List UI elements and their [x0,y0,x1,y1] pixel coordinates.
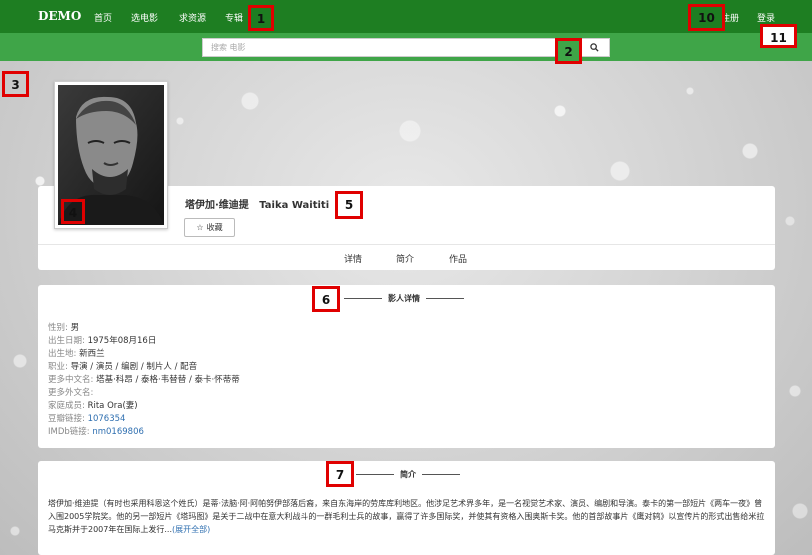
detail-birthplace: 出生地: 新西兰 [48,349,105,359]
tab-details[interactable]: 详情 [344,252,362,265]
favorite-button[interactable]: ☆ 收藏 [184,218,235,237]
annotation-tag: 1 [248,5,274,31]
detail-imdb: IMDb链接: nm0169806 [48,427,144,437]
title-rule-left [356,474,394,475]
favorite-label: 收藏 [206,223,223,232]
title-rule-right [426,298,464,299]
person-name: 塔伊加·维迪提 Taika Waititi [185,196,329,211]
annotation-tag: 4 [61,199,85,224]
nav-requests[interactable]: 求资源 [179,11,206,24]
expand-all-link[interactable]: (展开全部) [172,525,210,534]
intro-section-title: 简介 [356,469,460,480]
person-name-cn: 塔伊加·维迪提 [185,200,249,211]
title-rule-left [344,298,382,299]
douban-link[interactable]: 1076354 [88,414,126,424]
details-heading: 影人详情 [388,294,420,303]
intro-text: 塔伊加·维迪提（有时也采用科恩这个姓氏）是蒂·法脑·阿·阿帕努伊部落后裔，来自东… [48,497,766,536]
tab-works[interactable]: 作品 [449,252,467,265]
search-icon [590,43,599,52]
nav-albums[interactable]: 专辑 [225,11,243,24]
search-button[interactable] [579,38,610,57]
annotation-tag: 11 [760,24,797,48]
search-input[interactable] [202,38,580,57]
detail-family: 家庭成员: Rita Ora(妻) [48,401,138,411]
annotation-tag: 6 [312,286,340,312]
person-name-en: Taika Waititi [259,200,330,211]
tabs-divider [38,244,775,245]
intro-heading: 简介 [400,470,416,479]
nav-movies[interactable]: 选电影 [131,11,158,24]
details-section-title: 影人详情 [344,293,464,304]
annotation-tag: 10 [688,4,725,31]
detail-douban: 豆瓣链接: 1076354 [48,414,126,424]
search-bar [0,33,812,61]
star-icon: ☆ [196,223,204,232]
imdb-link[interactable]: nm0169806 [92,427,144,437]
site-logo[interactable]: DEMO [38,9,81,23]
detail-foreign-names: 更多外文名: [48,388,94,398]
annotation-tag: 3 [2,71,29,97]
annotation-tag: 7 [326,461,354,487]
annotation-tag: 5 [335,191,363,219]
tab-intro[interactable]: 简介 [396,252,414,265]
details-list: 性别: 男 出生日期: 1975年08月16日 出生地: 新西兰 职业: 导演 … [48,322,240,439]
detail-birthdate: 出生日期: 1975年08月16日 [48,336,157,346]
nav-home[interactable]: 首页 [94,11,112,24]
annotation-tag: 2 [555,38,582,64]
intro-body: 塔伊加·维迪提（有时也采用科恩这个姓氏）是蒂·法脑·阿·阿帕努伊部落后裔，来自东… [48,499,765,534]
nav-login[interactable]: 登录 [757,11,775,24]
detail-gender: 性别: 男 [48,323,80,333]
detail-cn-names: 更多中文名: 塔基·科昂 / 泰格·韦替替 / 泰卡·怀蒂蒂 [48,375,240,385]
title-rule-right [422,474,460,475]
detail-occupation: 职业: 导演 / 演员 / 编剧 / 制片人 / 配音 [48,362,198,372]
